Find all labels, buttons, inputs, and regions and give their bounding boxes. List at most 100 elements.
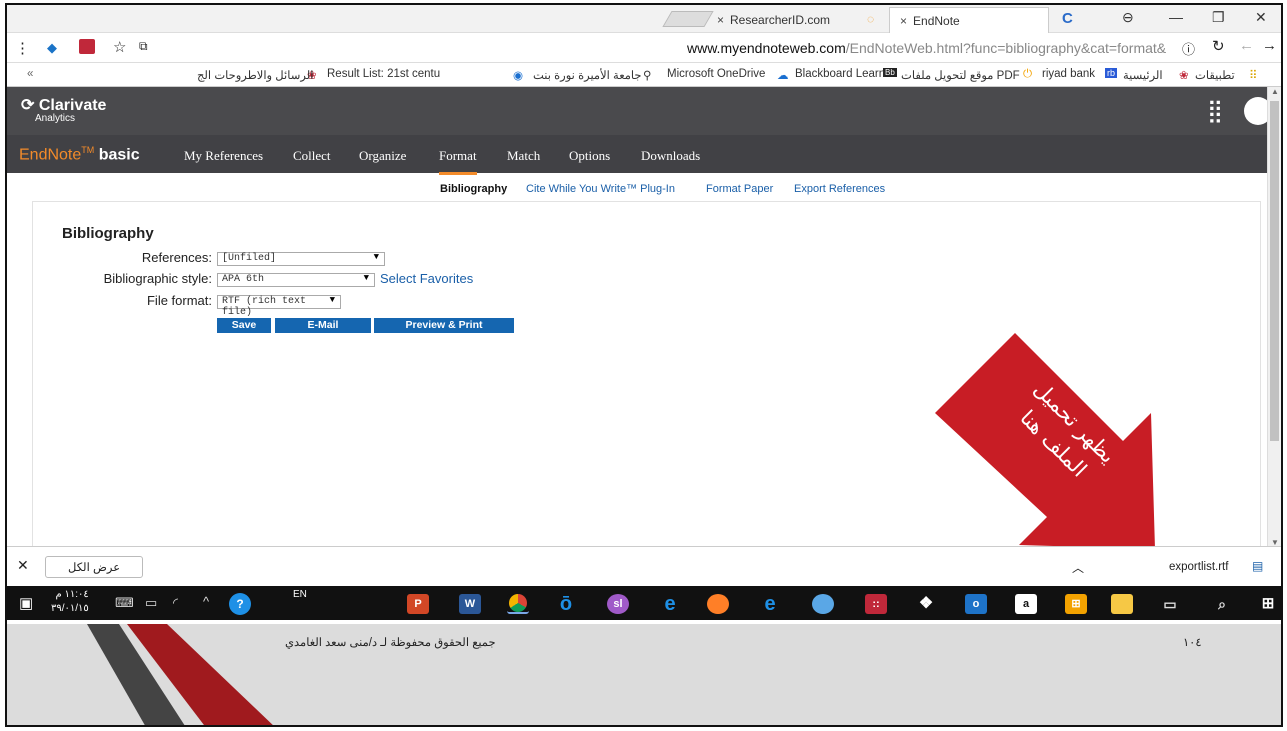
nav-my-references[interactable]: My References [184,148,263,164]
apps-icon[interactable]: ⠿ [1249,68,1257,82]
task-view-icon[interactable]: ▭ [1159,594,1181,614]
bookmark-star-icon[interactable]: ☆ [113,38,126,56]
bookmark-apps[interactable]: تطبيقات [1195,68,1235,82]
search-icon[interactable]: ⌕ [1211,594,1233,614]
keyboard-icon[interactable]: ⌨ [115,595,134,611]
scroll-up-icon[interactable]: ▲ [1271,87,1279,96]
new-tab-button[interactable] [662,11,714,27]
decorative-stripes [87,624,273,725]
bookmark-riyad-bank[interactable]: riyad bank [1042,68,1095,80]
forward-icon[interactable]: → [1262,37,1277,54]
app-globe-icon[interactable] [812,594,834,614]
document-icon[interactable]: ▤ [1252,559,1263,573]
style-label: Bibliographic style: [103,271,212,286]
apps-grid-icon[interactable]: ⣿ [1207,98,1223,124]
show-all-downloads-button[interactable]: عرض الكل [45,556,144,578]
nav-match[interactable]: Match [507,148,540,164]
windows-taskbar: ▣ ١١:٠٤ م ٣٩/٠١/١٥ ⌨ ▭ ◜ ^ ? EN P W ō sl … [7,586,1281,622]
info-icon[interactable]: ⓘ [1182,39,1195,58]
file-explorer-icon[interactable] [1111,594,1133,614]
clock-app-icon[interactable]: ō [555,594,577,614]
bookmark-home[interactable]: الرئيسية [1123,68,1163,82]
tab-endnote[interactable]: × EndNote [889,7,1049,33]
start-icon[interactable]: ⊞ [1257,594,1279,614]
menu-icon[interactable]: ⋮ [15,39,30,57]
store-icon[interactable]: ⊞ [1065,594,1087,614]
close-download-bar-icon[interactable]: ✕ [17,557,29,574]
select-favorites-link[interactable]: Select Favorites [380,271,473,286]
preview-print-button[interactable]: Preview & Print [374,318,514,333]
nav-collect[interactable]: Collect [293,148,331,164]
bookmark-result-list[interactable]: Result List: 21st centu [327,68,440,80]
style-select[interactable]: APA 6th ▼ [217,273,375,287]
profile-icon[interactable]: ⊖ [1122,9,1134,26]
language-indicator[interactable]: EN [293,589,307,600]
wifi-icon[interactable]: ◜ [173,595,178,611]
references-select[interactable]: [Unfiled] ▼ [217,252,385,266]
notification-icon[interactable]: ▣ [19,594,33,612]
dropdown-arrow-icon: ▼ [363,273,369,283]
nav-options[interactable]: Options [569,148,610,164]
bookmark-pdf-convert[interactable]: موقع لتحويل ملفات PDF [901,68,1020,82]
email-button[interactable]: E-Mail [275,318,371,333]
clock-date: ٣٩/٠١/١٥ [51,603,89,614]
bookmark-blackboard[interactable]: Blackboard Learn [795,68,885,80]
close-tab-icon[interactable]: × [900,14,907,28]
extension-icon[interactable]: ◆ [47,40,57,56]
nav-format[interactable]: Format [439,148,477,175]
ie-icon[interactable]: e [759,594,781,614]
downloaded-file-name[interactable]: exportlist.rtf [1169,561,1228,573]
bookmark-theses[interactable]: الرسائل والاطروحات الج [197,68,313,82]
chrome-icon[interactable] [507,594,529,614]
dropdown-arrow-icon: ▼ [373,252,379,262]
subnav-export-references[interactable]: Export References [794,183,885,195]
network-icon[interactable]: ▭ [145,595,157,611]
back-icon[interactable]: ← [1239,37,1254,54]
scrollbar-thumb[interactable] [1270,101,1279,441]
power-icon: ⏻ [1023,68,1033,80]
chevron-up-icon[interactable]: ^ [203,594,209,609]
url-path: /EndNoteWeb.html?func=bibliography&cat=f… [845,40,1167,56]
more-bookmarks-icon[interactable]: « [27,68,33,80]
word-icon[interactable]: W [459,594,481,614]
firefox-icon[interactable] [707,594,729,614]
page-scrollbar[interactable]: ▲ ▼ [1267,87,1281,549]
dropbox-icon[interactable]: ❖ [915,594,937,614]
nav-downloads[interactable]: Downloads [641,148,700,164]
chevron-up-icon[interactable]: ︿ [1072,559,1084,576]
app-sl-icon[interactable]: sl [607,594,629,614]
save-button[interactable]: Save [217,318,271,333]
format-select[interactable]: RTF (rich text file) ▼ [217,295,341,318]
outlook-icon[interactable]: o [965,594,987,614]
subnav-bibliography[interactable]: Bibliography [440,183,507,195]
subnav-format-paper[interactable]: Format Paper [706,183,773,195]
close-tab-icon[interactable]: × [717,13,724,27]
tab-researcherid[interactable]: × ResearcherID.com [707,7,840,33]
powerpoint-icon[interactable]: P [407,594,429,614]
url-text[interactable]: www.myendnoteweb.com/EndNoteWeb.html?fun… [687,40,1166,56]
format-label: File format: [146,293,212,308]
app-red-icon[interactable]: :: [865,594,887,614]
tab-label: ResearcherID.com [730,13,831,27]
edge-icon[interactable]: e [659,594,681,614]
reload-icon[interactable]: ↻ [1212,37,1225,55]
bookmark-onedrive[interactable]: Microsoft OneDrive [667,68,765,80]
subnav-cwyw[interactable]: Cite While You Write™ Plug-In [526,183,675,195]
endnote-brand: EndNoteTM basic [19,145,140,164]
restore-button[interactable]: ❐ [1212,9,1225,26]
extension-red-icon[interactable] [79,39,95,54]
clarivate-logo[interactable]: ⟳ Clarivate Analytics [21,95,106,124]
references-value: [Unfiled] [222,253,277,264]
close-window-button[interactable]: ✕ [1255,9,1267,26]
amazon-icon[interactable]: a [1015,594,1037,614]
bookmark-pnu[interactable]: جامعة الأميرة نورة بنت [533,68,642,82]
brand-basic: basic [98,146,140,164]
page-action-icon[interactable]: ⧉ [139,39,148,54]
help-icon[interactable]: ? [229,593,251,615]
clock-time: ١١:٠٤ م [55,589,89,600]
browser-tab-strip: × ResearcherID.com ◌ × EndNote C ⊖ — ❐ ✕ [7,5,1281,33]
nav-organize[interactable]: Organize [359,148,406,164]
minimize-button[interactable]: — [1169,9,1183,25]
clock[interactable]: ١١:٠٤ م ٣٩/٠١/١٥ [51,588,89,616]
clarivate-favicon-icon: C [1062,10,1073,27]
